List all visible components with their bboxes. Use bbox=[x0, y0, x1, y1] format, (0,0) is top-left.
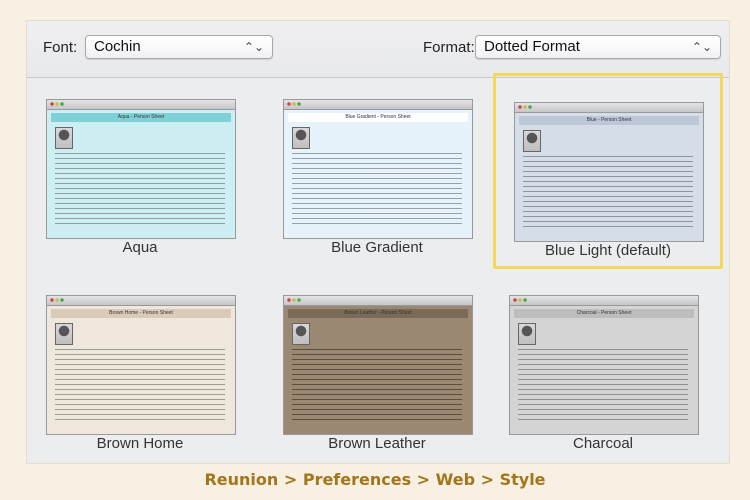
portrait-icon bbox=[523, 130, 541, 152]
window-chrome bbox=[284, 100, 472, 110]
font-popup[interactable]: Cochin ⌃⌄ bbox=[85, 35, 273, 59]
window-buttons-icon bbox=[287, 298, 301, 302]
style-label: Aqua bbox=[122, 239, 158, 256]
style-card[interactable]: Blue - Person Sheet Blue Light (default) bbox=[493, 73, 723, 269]
toolbar: Font: Cochin ⌃⌄ Format: Dotted Format ⌃⌄ bbox=[27, 21, 729, 78]
page-preview: Brown Home - Person Sheet bbox=[51, 309, 231, 430]
page-preview: Charcoal - Person Sheet bbox=[514, 309, 694, 430]
style-preview-thumbnail: Brown Leather - Person Sheet bbox=[283, 295, 473, 435]
window-buttons-icon bbox=[287, 102, 301, 106]
text-lines bbox=[292, 349, 462, 424]
style-preview-thumbnail: Blue Gradient - Person Sheet bbox=[283, 99, 473, 239]
style-preferences-panel: Font: Cochin ⌃⌄ Format: Dotted Format ⌃⌄… bbox=[26, 20, 730, 464]
window-buttons-icon bbox=[50, 298, 64, 302]
style-preview-thumbnail: Brown Home - Person Sheet bbox=[46, 295, 236, 435]
page-header: Blue Gradient - Person Sheet bbox=[288, 113, 468, 122]
format-label: Format: bbox=[423, 39, 475, 56]
chevron-updown-icon: ⌃⌄ bbox=[691, 40, 712, 54]
style-label: Brown Leather bbox=[328, 435, 426, 452]
page-header: Brown Home - Person Sheet bbox=[51, 309, 231, 318]
page-preview: Blue Gradient - Person Sheet bbox=[288, 113, 468, 234]
style-preview-thumbnail: Aqua - Person Sheet bbox=[46, 99, 236, 239]
portrait-icon bbox=[55, 323, 73, 345]
menu-path: Reunion > Preferences > Web > Style bbox=[204, 470, 546, 489]
window-chrome bbox=[510, 296, 698, 306]
text-lines bbox=[523, 156, 693, 231]
page-header: Aqua - Person Sheet bbox=[51, 113, 231, 122]
format-value: Dotted Format bbox=[484, 38, 580, 55]
format-popup[interactable]: Dotted Format ⌃⌄ bbox=[475, 35, 721, 59]
portrait-icon bbox=[292, 323, 310, 345]
style-label: Charcoal bbox=[572, 435, 634, 452]
style-card[interactable]: Blue Gradient - Person Sheet Blue Gradien… bbox=[267, 85, 487, 267]
text-lines bbox=[518, 349, 688, 424]
style-card[interactable]: Brown Leather - Person Sheet Brown Leathe… bbox=[267, 281, 487, 463]
style-card[interactable]: Brown Home - Person Sheet Brown Home bbox=[30, 281, 250, 463]
page-preview: Blue - Person Sheet bbox=[519, 116, 699, 237]
page-preview: Aqua - Person Sheet bbox=[51, 113, 231, 234]
font-label: Font: bbox=[43, 39, 78, 56]
portrait-icon bbox=[55, 127, 73, 149]
text-lines bbox=[55, 153, 225, 228]
window-chrome bbox=[284, 296, 472, 306]
portrait-icon bbox=[518, 323, 536, 345]
window-buttons-icon bbox=[50, 102, 64, 106]
style-preview-thumbnail: Charcoal - Person Sheet bbox=[509, 295, 699, 435]
style-card[interactable]: Charcoal - Person Sheet Charcoal bbox=[493, 281, 713, 463]
page-header: Charcoal - Person Sheet bbox=[514, 309, 694, 318]
style-label: Blue Gradient bbox=[331, 239, 423, 256]
style-label: Blue Light (default) bbox=[545, 242, 671, 259]
window-chrome bbox=[47, 100, 235, 110]
style-preview-thumbnail: Blue - Person Sheet bbox=[514, 102, 704, 242]
window-buttons-icon bbox=[513, 298, 527, 302]
window-buttons-icon bbox=[518, 105, 532, 109]
style-label: Brown Home bbox=[96, 435, 184, 452]
window-chrome bbox=[515, 103, 703, 113]
font-value: Cochin bbox=[94, 38, 141, 55]
page-header: Blue - Person Sheet bbox=[519, 116, 699, 125]
window-chrome bbox=[47, 296, 235, 306]
page-preview: Brown Leather - Person Sheet bbox=[288, 309, 468, 430]
text-lines bbox=[292, 153, 462, 228]
text-lines bbox=[55, 349, 225, 424]
page-header: Brown Leather - Person Sheet bbox=[288, 309, 468, 318]
chevron-updown-icon: ⌃⌄ bbox=[243, 40, 264, 54]
portrait-icon bbox=[292, 127, 310, 149]
style-card[interactable]: Aqua - Person Sheet Aqua bbox=[30, 85, 250, 267]
